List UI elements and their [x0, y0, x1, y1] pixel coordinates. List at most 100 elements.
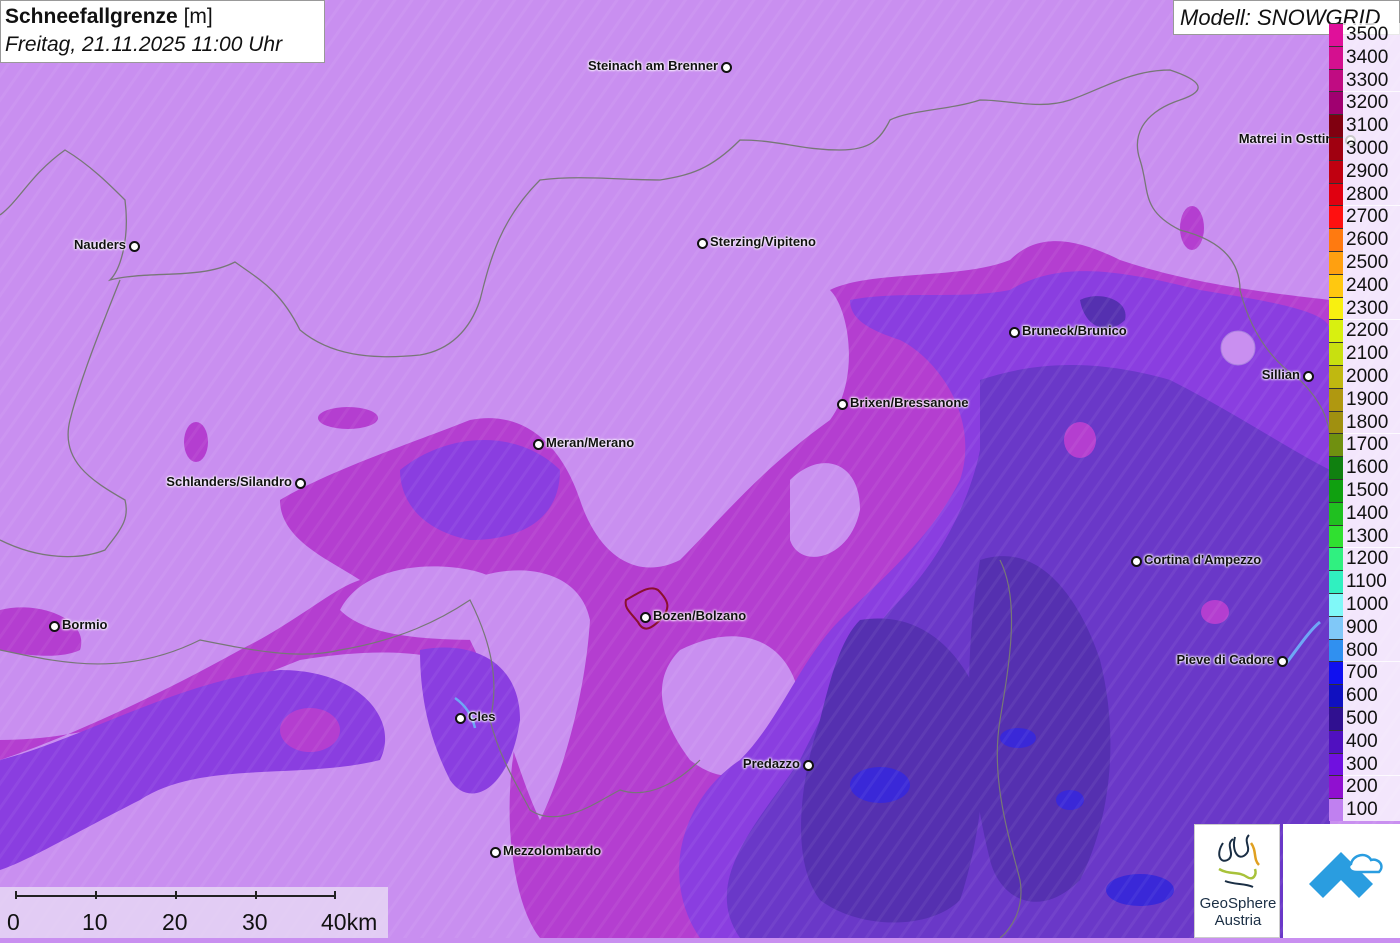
legend-swatch [1329, 159, 1343, 183]
legend-swatch [1329, 91, 1343, 115]
legend-label: 3200 [1343, 91, 1400, 115]
city-label: Brixen/Bressanone [850, 395, 969, 410]
city-marker [49, 621, 60, 632]
legend-label: 900 [1343, 615, 1400, 639]
legend-label: 2200 [1343, 319, 1400, 343]
city-marker [803, 760, 814, 771]
legend-entry: 3000 [1329, 137, 1400, 160]
legend-entry: 3400 [1329, 45, 1400, 69]
legend-swatch [1329, 273, 1343, 297]
legend-label: 3000 [1343, 137, 1400, 160]
legend-label: 2700 [1343, 205, 1400, 229]
city-label: Predazzo [742, 756, 800, 771]
legend-entry: 2300 [1329, 296, 1400, 320]
legend-label: 2900 [1343, 159, 1400, 183]
legend-swatch [1329, 296, 1343, 320]
legend-label: 1100 [1343, 570, 1400, 594]
scale-tick [175, 891, 177, 899]
geosphere-logo[interactable]: GeoSphere Austria [1194, 824, 1280, 938]
legend-label: 700 [1343, 661, 1400, 685]
terrain-hatch [0, 0, 1400, 938]
legend-entry: 1300 [1329, 524, 1400, 548]
legend-label: 2500 [1343, 251, 1400, 274]
legend-entry: 2600 [1329, 228, 1400, 252]
legend-label: 2300 [1343, 296, 1400, 320]
legend-entry: 1900 [1329, 387, 1400, 411]
city-label: Nauders [73, 237, 126, 252]
legend-label: 1300 [1343, 524, 1400, 548]
city-label: Steinach am Brenner [587, 58, 718, 73]
snowfall-map [0, 0, 1400, 938]
legend-label: 1600 [1343, 456, 1400, 480]
legend-label: 2800 [1343, 182, 1400, 206]
city-label: Bruneck/Brunico [1022, 323, 1127, 338]
legend-swatch [1329, 752, 1343, 776]
legend-entry: 1500 [1329, 479, 1400, 502]
legend-swatch [1329, 433, 1343, 457]
legend-entry: 3500 [1329, 23, 1400, 46]
legend-swatch [1329, 319, 1343, 343]
legend-label: 200 [1343, 775, 1400, 799]
legend-label: 3500 [1343, 23, 1400, 46]
city-marker [1009, 327, 1020, 338]
city-marker [1277, 656, 1288, 667]
scale-label-40: 40km [321, 909, 378, 935]
city-marker [129, 241, 140, 252]
weather-app-logo[interactable] [1283, 824, 1400, 938]
city-marker [533, 439, 544, 450]
city-label: Bozen/Bolzano [653, 608, 747, 623]
legend-swatch [1329, 114, 1343, 138]
legend-swatch [1329, 365, 1343, 388]
legend-swatch [1329, 251, 1343, 274]
legend-swatch [1329, 182, 1343, 206]
legend-entry: 1600 [1329, 456, 1400, 480]
legend-label: 800 [1343, 638, 1400, 662]
legend-label: 2100 [1343, 342, 1400, 366]
legend-label: 1200 [1343, 547, 1400, 571]
legend-label: 3300 [1343, 68, 1400, 92]
legend-swatch [1329, 137, 1343, 160]
legend-swatch [1329, 798, 1343, 822]
legend-label: 2400 [1343, 273, 1400, 297]
scale-tick [15, 891, 17, 899]
legend-entry: 400 [1329, 729, 1400, 753]
legend-entry: 2400 [1329, 273, 1400, 297]
legend-entry: 1800 [1329, 410, 1400, 434]
city-label: Schlanders/Silandro [166, 474, 292, 489]
legend-entry: 2200 [1329, 319, 1400, 343]
city-label: Cles [468, 709, 496, 724]
legend-entry: 3100 [1329, 114, 1400, 138]
color-legend: 3500 3400 3300 3200 3100 3000 2900 2800 2700 2600… [1329, 23, 1400, 825]
map-title: Schneefallgrenze [m] [5, 5, 213, 28]
city-marker [490, 847, 501, 858]
legend-swatch [1329, 342, 1343, 366]
legend-entry: 600 [1329, 684, 1400, 708]
geosphere-name: GeoSphere Austria [1199, 895, 1277, 929]
legend-swatch [1329, 501, 1343, 525]
scale-label-10: 10 [82, 909, 108, 935]
legend-label: 1700 [1343, 433, 1400, 457]
legend-entry: 700 [1329, 661, 1400, 685]
legend-label: 100 [1343, 798, 1400, 822]
legend-swatch [1329, 479, 1343, 502]
legend-entry: 2100 [1329, 342, 1400, 366]
legend-entry: 1400 [1329, 501, 1400, 525]
legend-label: 3100 [1343, 114, 1400, 138]
legend-entry: 1200 [1329, 547, 1400, 571]
city-marker [1131, 556, 1142, 567]
legend-swatch [1329, 684, 1343, 708]
legend-swatch [1329, 45, 1343, 69]
city-label: Sillian [1261, 367, 1300, 382]
legend-swatch [1329, 524, 1343, 548]
legend-entry: 2700 [1329, 205, 1400, 229]
legend-entry: 1100 [1329, 570, 1400, 594]
legend-entry: 3200 [1329, 91, 1400, 115]
city-marker [697, 238, 708, 249]
city-marker [455, 713, 466, 724]
legend-entry: 200 [1329, 775, 1400, 799]
legend-swatch [1329, 228, 1343, 252]
legend-label: 300 [1343, 752, 1400, 776]
legend-swatch [1329, 547, 1343, 571]
scale-label-20: 20 [162, 909, 188, 935]
legend-swatch [1329, 410, 1343, 434]
